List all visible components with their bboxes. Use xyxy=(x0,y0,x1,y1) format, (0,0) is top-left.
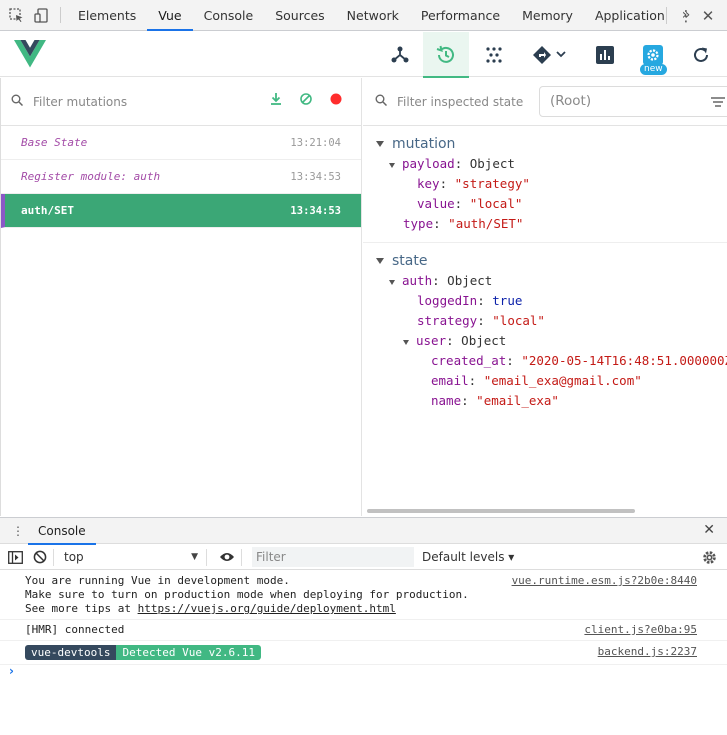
expand-triangle-icon[interactable] xyxy=(376,258,384,264)
user-field-row: name: "email_exa" xyxy=(431,393,559,408)
mutation-filter-bar: Filter mutations xyxy=(1,78,361,126)
user-row[interactable]: user: Object xyxy=(363,331,727,351)
new-badge: new xyxy=(640,64,667,75)
close-drawer-icon[interactable]: ✕ xyxy=(703,522,715,538)
detected-vue-badge: Detected Vue v2.6.11 xyxy=(116,645,261,660)
console-prompt-icon[interactable]: › xyxy=(9,664,14,678)
auth-row[interactable]: auth: Object xyxy=(363,271,727,291)
performance-chart-icon[interactable] xyxy=(582,32,628,77)
deployment-guide-link[interactable]: https://vuejs.org/guide/deployment.html xyxy=(138,602,396,615)
user-field-row: email: "email_exa@gmail.com" xyxy=(431,373,642,388)
routing-icon[interactable] xyxy=(525,32,575,77)
console-settings-gear-icon[interactable] xyxy=(702,545,717,570)
console-messages: You are running Vue in development mode.… xyxy=(0,571,727,678)
default-levels-dropdown[interactable]: Default levels ▾ xyxy=(422,550,514,564)
filter-mutations-input[interactable]: Filter mutations xyxy=(33,95,127,109)
vue-devtools-toolbar: new xyxy=(0,32,727,78)
console-message: [HMR] connected client.js?e0ba:95 xyxy=(0,620,727,641)
tab-console-drawer[interactable]: Console xyxy=(28,518,96,545)
expand-triangle-icon[interactable] xyxy=(389,280,395,285)
dropdown-arrow-icon: ▼ xyxy=(191,551,198,562)
message-source-link[interactable]: client.js?e0ba:95 xyxy=(584,623,697,637)
console-filter-input[interactable]: Filter xyxy=(252,547,414,567)
mutation-section: mutation payload: Object key: "strategy"… xyxy=(363,126,727,243)
tab-memory[interactable]: Memory xyxy=(511,0,584,30)
logged-in-row: loggedIn: true xyxy=(417,293,523,308)
mutations-pane: Filter mutations Base State 13:21:04 Reg… xyxy=(0,78,362,516)
sidebar-toggle-icon[interactable] xyxy=(8,545,23,570)
console-message: You are running Vue in development mode.… xyxy=(0,571,727,620)
tab-vue[interactable]: Vue xyxy=(147,0,193,31)
user-field-row: created_at: "2020-05-14T16:48:51.000000Z… xyxy=(431,353,727,368)
revert-all-icon[interactable] xyxy=(299,92,313,109)
inspect-element-icon[interactable] xyxy=(4,0,29,30)
state-section-header[interactable]: state xyxy=(363,251,727,271)
clear-console-icon[interactable] xyxy=(33,545,47,570)
components-icon[interactable] xyxy=(377,32,423,77)
type-row: type: "auth/SET" xyxy=(403,216,524,231)
events-icon[interactable] xyxy=(471,32,517,77)
refresh-icon[interactable] xyxy=(678,32,724,77)
payload-row[interactable]: payload: Object xyxy=(363,154,727,174)
tab-performance[interactable]: Performance xyxy=(410,0,511,30)
commit-all-icon[interactable] xyxy=(269,92,283,109)
vuex-history-icon[interactable] xyxy=(423,32,469,78)
kebab-menu-icon[interactable]: ⋮ xyxy=(675,7,697,25)
message-source-link[interactable]: backend.js:2237 xyxy=(598,645,697,659)
expand-triangle-icon[interactable] xyxy=(403,340,409,345)
root-selector[interactable]: (Root) xyxy=(539,86,727,117)
drawer-header: ⋮ Console ✕ xyxy=(0,517,727,545)
context-selector[interactable]: top ▼ xyxy=(60,545,200,570)
vue-logo-icon xyxy=(14,40,46,71)
drawer-menu-icon[interactable]: ⋮ xyxy=(12,524,24,538)
tab-sources[interactable]: Sources xyxy=(264,0,335,30)
filter-lines-icon[interactable] xyxy=(711,96,725,110)
vue-devtools-badge: vue-devtools xyxy=(25,645,117,660)
live-expression-eye-icon[interactable] xyxy=(219,545,235,570)
filter-state-input[interactable]: Filter inspected state xyxy=(397,95,523,109)
tab-elements[interactable]: Elements xyxy=(67,0,147,30)
expand-triangle-icon[interactable] xyxy=(376,141,384,147)
devtools-tabstrip: Elements Vue Console Sources Network Per… xyxy=(0,0,727,31)
mutation-item[interactable]: Register module: auth 13:34:53 xyxy=(1,160,361,194)
strategy-row: strategy: "local" xyxy=(417,313,545,328)
console-message: vue-devtools Detected Vue v2.6.11 backend… xyxy=(0,641,727,665)
state-section: state auth: Object loggedIn: true strate… xyxy=(363,243,727,419)
close-devtools-icon[interactable]: ✕ xyxy=(697,7,719,25)
search-icon xyxy=(11,94,24,109)
tab-console[interactable]: Console xyxy=(193,0,265,30)
mutation-item[interactable]: Base State 13:21:04 xyxy=(1,126,361,160)
console-toolbar: top ▼ Filter Default levels ▾ xyxy=(0,545,727,570)
mutation-item-selected[interactable]: auth/SET 13:34:53 xyxy=(1,194,361,228)
expand-triangle-icon[interactable] xyxy=(389,163,395,168)
message-source-link[interactable]: vue.runtime.esm.js?2b0e:8440 xyxy=(512,574,697,588)
search-icon xyxy=(375,94,388,109)
state-inspector-pane: Filter inspected state (Root) mutation p… xyxy=(363,78,727,516)
horizontal-scrollbar[interactable] xyxy=(367,509,635,513)
payload-field-row: key: "strategy" xyxy=(417,176,530,191)
device-toolbar-icon[interactable] xyxy=(29,0,54,30)
inspector-filter-bar: Filter inspected state (Root) xyxy=(363,78,727,126)
mutation-section-header[interactable]: mutation xyxy=(363,134,727,154)
record-icon[interactable] xyxy=(329,92,343,109)
payload-field-row: value: "local" xyxy=(417,196,523,211)
tab-network[interactable]: Network xyxy=(336,0,410,30)
